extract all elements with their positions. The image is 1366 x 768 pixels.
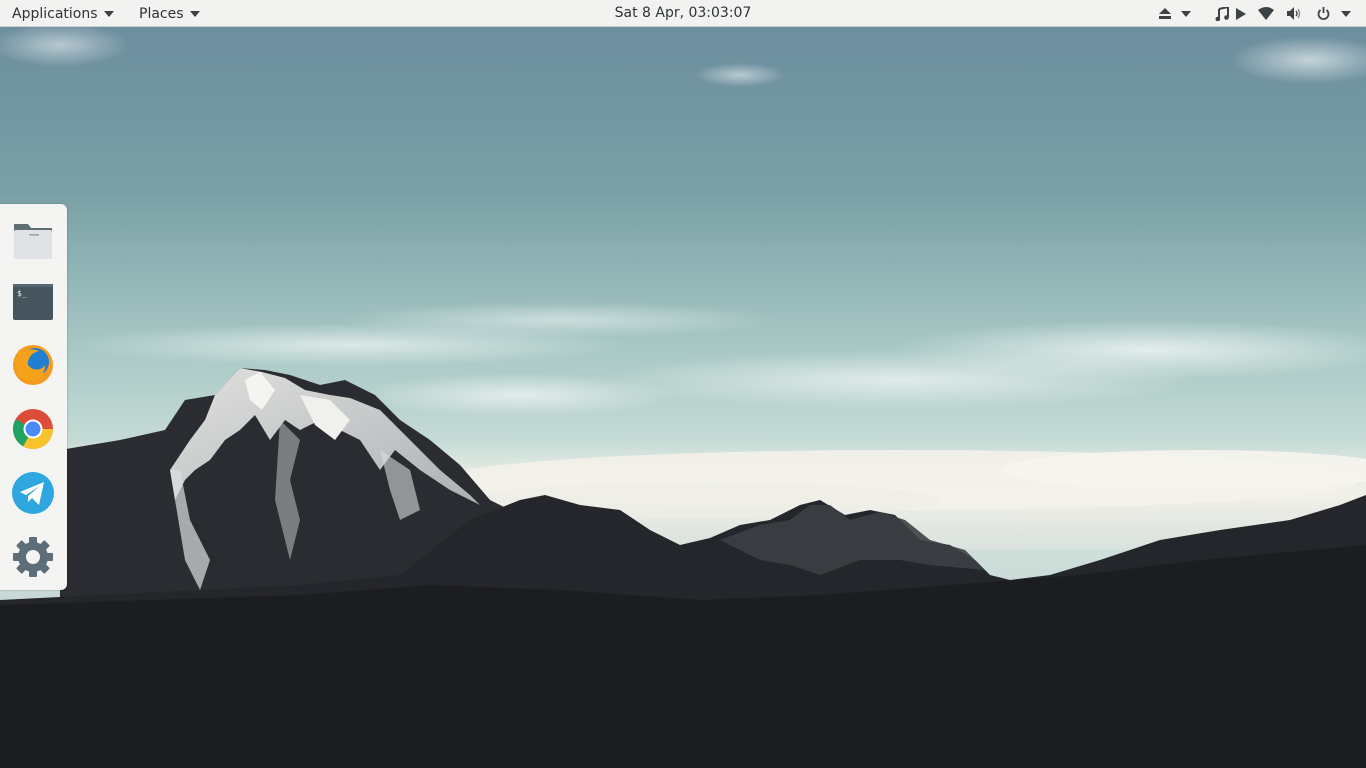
- telegram-icon: [12, 472, 54, 514]
- places-menu-label: Places: [139, 5, 184, 22]
- desktop-wallpaper: [0, 0, 1366, 768]
- chevron-down-icon[interactable]: [1338, 0, 1354, 27]
- places-menu[interactable]: Places: [139, 0, 200, 27]
- eject-icon[interactable]: [1154, 0, 1176, 27]
- dash-dock: $_: [0, 204, 67, 590]
- gear-icon: [13, 537, 53, 577]
- chevron-down-icon: [189, 10, 200, 17]
- chevron-down-icon[interactable]: [1178, 0, 1194, 27]
- clock-button[interactable]: Sat 8 Apr, 03:03:07: [615, 5, 752, 21]
- play-icon[interactable]: [1234, 0, 1248, 27]
- chrome-icon: [13, 409, 53, 449]
- volume-icon[interactable]: [1285, 0, 1303, 27]
- terminal-icon: $_: [13, 284, 53, 320]
- mountain-landscape-image: [0, 0, 1366, 768]
- music-note-icon[interactable]: [1214, 0, 1230, 27]
- power-icon[interactable]: [1314, 0, 1332, 27]
- dock-item-terminal[interactable]: $_: [8, 277, 58, 327]
- chevron-down-icon: [103, 10, 114, 17]
- applications-menu[interactable]: Applications: [12, 0, 114, 27]
- firefox-icon: [13, 345, 53, 385]
- dock-item-settings[interactable]: [8, 532, 58, 582]
- applications-menu-label: Applications: [12, 5, 98, 22]
- dock-item-telegram[interactable]: [8, 468, 58, 518]
- dock-item-files[interactable]: [8, 214, 58, 264]
- wifi-icon[interactable]: [1256, 0, 1276, 27]
- top-panel: Applications Places Sat 8 Apr, 03:03:07: [0, 0, 1366, 27]
- dock-item-firefox[interactable]: [8, 340, 58, 390]
- svg-text:$_: $_: [17, 289, 27, 298]
- folder-icon: [14, 224, 52, 259]
- dock-item-chrome[interactable]: [8, 404, 58, 454]
